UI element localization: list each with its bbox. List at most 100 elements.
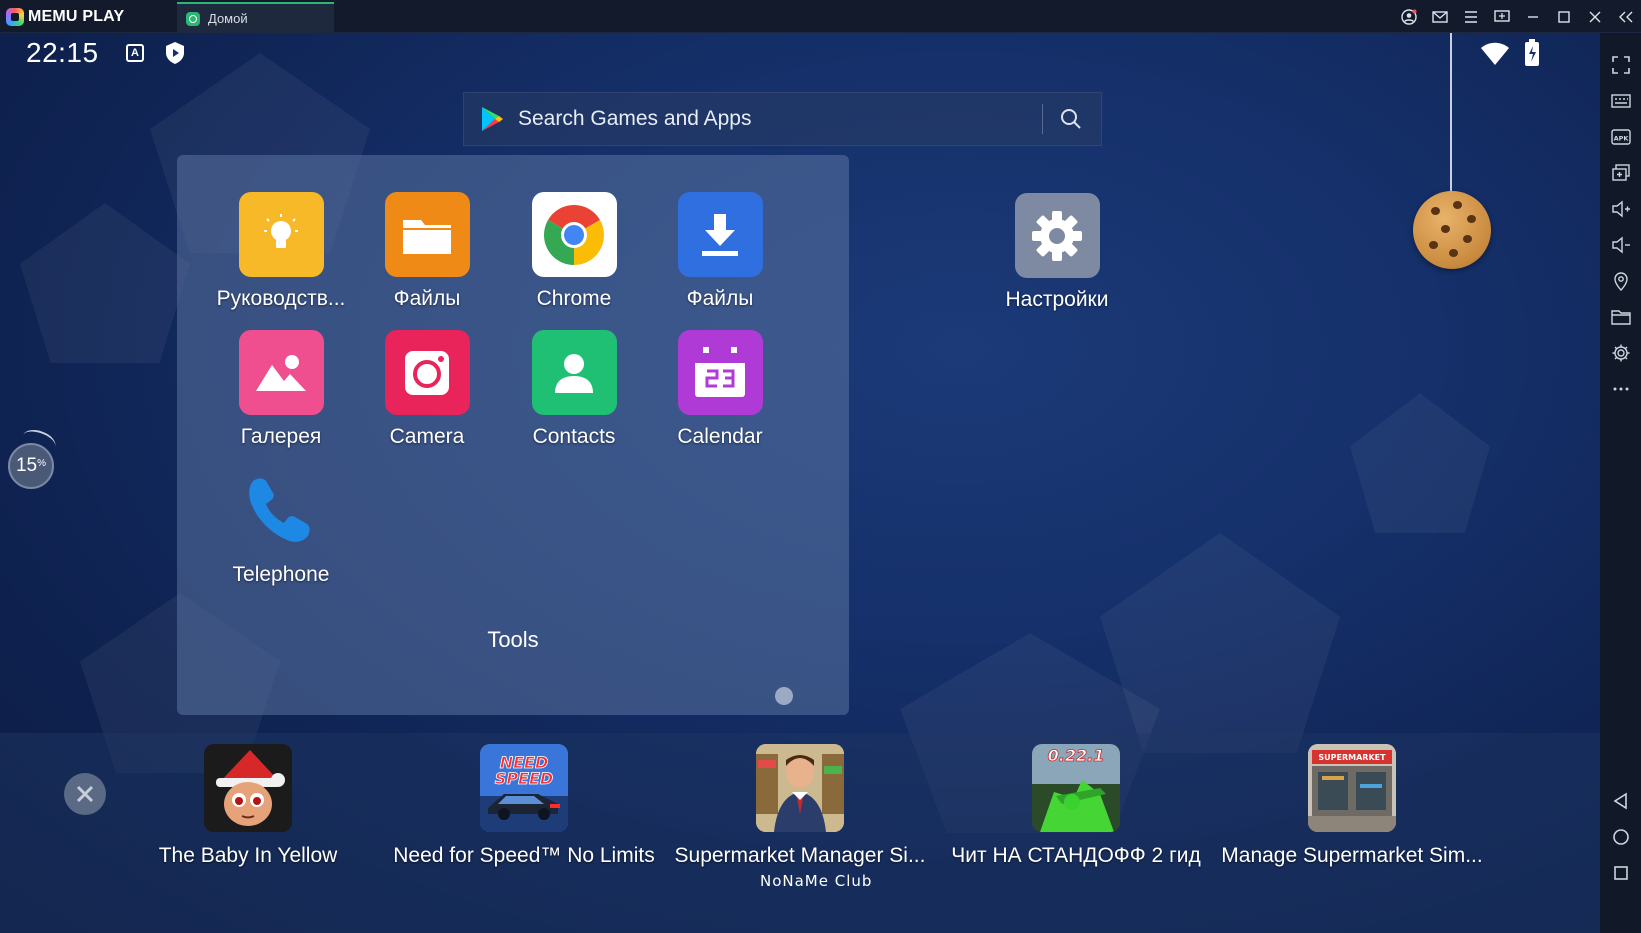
title-bar: MEMU PLAY Домой [0, 0, 1641, 33]
dock-app-baby-in-yellow[interactable]: The Baby In Yellow [113, 744, 383, 868]
apk-icon[interactable]: APK [1600, 121, 1641, 153]
close-circle-icon [76, 785, 94, 803]
cookie-string [1450, 33, 1452, 193]
screen-cast-icon[interactable] [1486, 0, 1517, 33]
folder-title[interactable]: Tools [177, 627, 849, 653]
clock: 22:15 [26, 37, 99, 68]
dock-app-standoff-guide[interactable]: 0.22.1 Чит НА СТАНДОФФ 2 гид [941, 744, 1211, 868]
store-sign: SUPERMARKET [1318, 753, 1386, 762]
wallpaper-shape [20, 203, 190, 363]
app-chrome[interactable]: Chrome [499, 192, 649, 311]
tools-folder: Руководств... Файлы Chrome Файлы Галерея… [177, 155, 849, 715]
volume-up-icon[interactable] [1600, 193, 1641, 225]
maximize-icon[interactable] [1548, 0, 1579, 33]
wallpaper-shape [1350, 393, 1490, 533]
supermarket-manager-icon [756, 744, 844, 832]
svg-text:APK: APK [1613, 135, 1629, 143]
chrome-icon [531, 192, 617, 277]
dock-close-button[interactable] [64, 773, 106, 815]
dock-app-label: Supermarket Manager Si... [674, 844, 926, 867]
brand-name: MEMU PLAY [28, 8, 125, 25]
back-icon[interactable] [1600, 785, 1641, 817]
calendar-icon [677, 330, 763, 415]
app-calendar[interactable]: Calendar [645, 330, 795, 449]
wifi-icon [1481, 42, 1509, 65]
page-indicator[interactable] [775, 687, 793, 705]
memu-gem-icon [6, 8, 24, 26]
app-label: Руководств... [216, 287, 346, 310]
battery-charging-icon [1525, 39, 1539, 66]
app-label: Файлы [686, 287, 754, 310]
app-files[interactable]: Файлы [352, 192, 502, 311]
search-icon[interactable] [1059, 107, 1083, 131]
search-divider [1042, 104, 1043, 134]
menu-icon[interactable] [1455, 0, 1486, 33]
more-icon[interactable] [1600, 373, 1641, 405]
emulator-sidebar: APK [1600, 33, 1641, 933]
app-gallery[interactable]: Галерея [206, 330, 356, 449]
need-for-speed-icon: NEED SPEED [480, 744, 568, 832]
boost-unit: % [37, 457, 47, 469]
lightbulb-icon [238, 192, 324, 277]
boost-value: 15 [15, 455, 38, 476]
app-label: Telephone [232, 563, 330, 586]
keyboard-icon[interactable] [1600, 85, 1641, 117]
account-icon[interactable] [1393, 0, 1424, 33]
memu-logo: MEMU PLAY [6, 7, 124, 27]
shield-icon [166, 42, 184, 64]
home-icon[interactable] [1600, 821, 1641, 853]
app-label: Contacts [532, 425, 616, 448]
collapse-sidebar-icon[interactable] [1610, 0, 1641, 33]
play-store-icon [482, 107, 503, 131]
standoff-guide-icon: 0.22.1 [1032, 744, 1120, 832]
app-camera[interactable]: Camera [352, 330, 502, 449]
tab-label: Домой [208, 11, 248, 26]
baby-in-yellow-icon [204, 744, 292, 832]
close-icon[interactable] [1579, 0, 1610, 33]
dock-app-supermarket-manager[interactable]: Supermarket Manager Si... [665, 744, 935, 868]
shared-folder-icon[interactable] [1600, 301, 1641, 333]
keyboard-badge-icon: A [126, 44, 144, 62]
app-settings[interactable]: Настройки [977, 193, 1137, 312]
dock-app-label: Чит НА СТАНДОФФ 2 гид [951, 844, 1201, 867]
camera-icon [384, 330, 470, 415]
mail-icon[interactable] [1424, 0, 1455, 33]
folder-icon [384, 192, 470, 277]
app-label: Chrome [536, 287, 612, 310]
app-contacts[interactable]: Contacts [499, 330, 649, 449]
app-label: Галерея [240, 425, 322, 448]
gallery-icon [238, 330, 324, 415]
tab-home[interactable]: Домой [177, 2, 334, 33]
search-placeholder: Search Games and Apps [518, 107, 752, 130]
app-telephone[interactable]: Telephone [206, 468, 356, 587]
cookie-icon[interactable] [1413, 191, 1491, 269]
app-label: Файлы [393, 287, 461, 310]
minimize-icon[interactable] [1517, 0, 1548, 33]
app-downloads[interactable]: Файлы [645, 192, 795, 311]
phone-icon [239, 468, 324, 553]
recents-icon[interactable] [1600, 857, 1641, 889]
manage-supermarket-icon: SUPERMARKET [1308, 744, 1396, 832]
android-tab-icon [186, 11, 200, 26]
fullscreen-icon[interactable] [1600, 49, 1641, 81]
svg-text:SPEED: SPEED [495, 769, 553, 788]
app-label: Настройки [1005, 288, 1109, 311]
settings-gear-icon [1014, 193, 1100, 278]
version-badge: 0.22.1 [1048, 746, 1105, 765]
app-guide[interactable]: Руководств... [206, 192, 356, 311]
dock-app-manage-supermarket[interactable]: SUPERMARKET Manage Supermarket Sim... [1217, 744, 1487, 868]
app-label: Calendar [677, 425, 763, 448]
search-bar[interactable]: Search Games and Apps [463, 92, 1102, 146]
watermark: NoNaMe Club [760, 872, 873, 890]
download-icon [677, 192, 763, 277]
app-label: Camera [389, 425, 465, 448]
contacts-icon [531, 330, 617, 415]
settings-icon[interactable] [1600, 337, 1641, 369]
multi-window-icon[interactable] [1600, 157, 1641, 189]
volume-down-icon[interactable] [1600, 229, 1641, 261]
dock-app-need-for-speed[interactable]: NEED SPEED Need for Speed™ No Limits [389, 744, 659, 868]
memory-boost-widget[interactable]: 15% [8, 443, 54, 489]
dock-app-label: Need for Speed™ No Limits [393, 844, 655, 867]
location-icon[interactable] [1600, 265, 1641, 297]
dock-app-label: The Baby In Yellow [158, 844, 338, 867]
